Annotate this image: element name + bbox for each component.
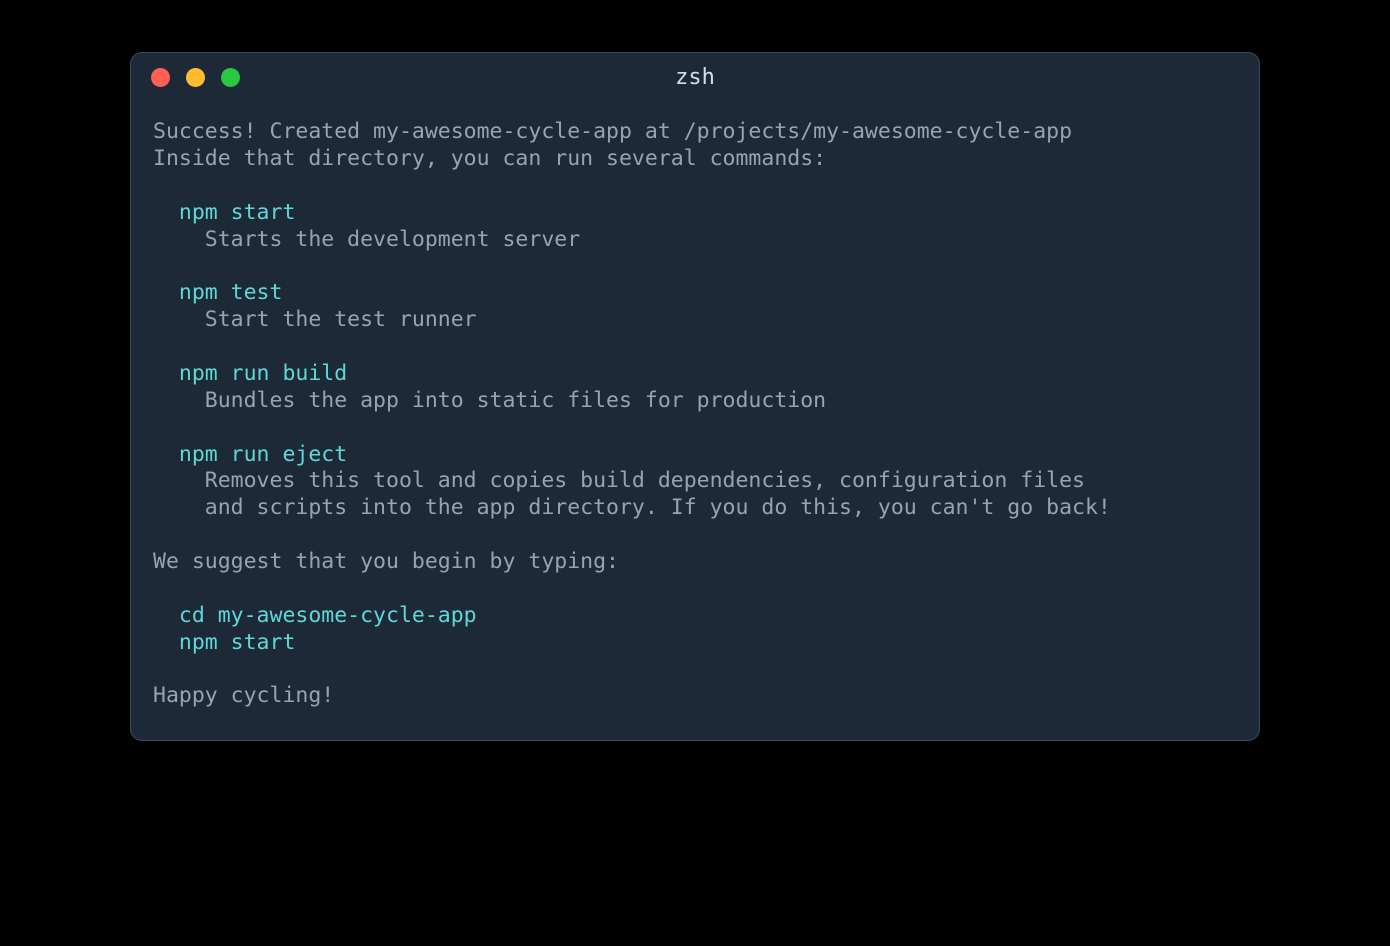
output-line: Happy cycling! — [153, 683, 334, 708]
command-description: Starts the development server — [153, 227, 580, 252]
maximize-icon[interactable] — [221, 68, 240, 87]
output-line: Inside that directory, you can run sever… — [153, 146, 826, 171]
terminal-window: zsh Success! Created my-awesome-cycle-ap… — [130, 52, 1260, 741]
command-text: npm start — [153, 630, 295, 655]
output-line: Success! Created my-awesome-cycle-app at… — [153, 119, 1072, 144]
minimize-icon[interactable] — [186, 68, 205, 87]
command-text: npm start — [153, 200, 295, 225]
output-line: We suggest that you begin by typing: — [153, 549, 619, 574]
close-icon[interactable] — [151, 68, 170, 87]
terminal-output[interactable]: Success! Created my-awesome-cycle-app at… — [131, 101, 1259, 740]
command-text: npm test — [153, 280, 282, 305]
command-description: Removes this tool and copies build depen… — [153, 468, 1085, 493]
command-description: Bundles the app into static files for pr… — [153, 388, 826, 413]
command-text: npm run eject — [153, 442, 347, 467]
titlebar: zsh — [131, 53, 1259, 101]
command-text: cd my-awesome-cycle-app — [153, 603, 477, 628]
command-description: and scripts into the app directory. If y… — [153, 495, 1111, 520]
traffic-lights — [151, 68, 240, 87]
command-description: Start the test runner — [153, 307, 477, 332]
command-text: npm run build — [153, 361, 347, 386]
window-title: zsh — [675, 65, 715, 90]
